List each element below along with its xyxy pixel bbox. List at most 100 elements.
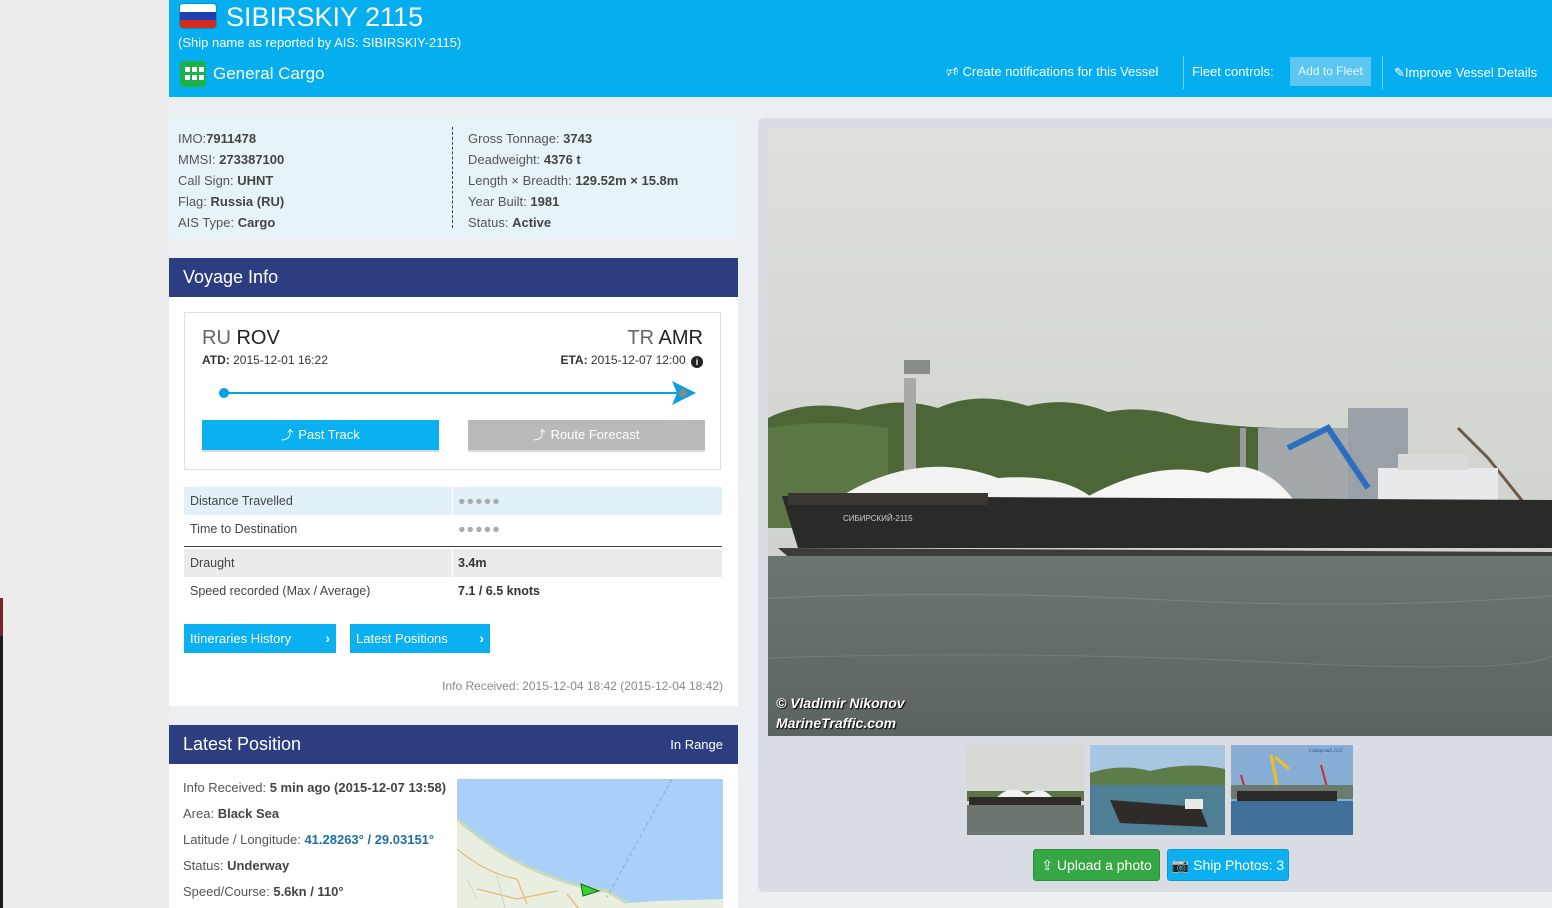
thumbnail-image [1090,745,1225,835]
thumbnail-image: Сибирский 2115 [1231,745,1353,835]
flag-value: Russia (RU) [210,194,285,209]
latest-position-panel: Latest Position In Range Info Received: … [169,725,738,908]
details-right-column: Gross Tonnage: 3743 Deadweight: 4376 t L… [468,128,678,233]
area-label: Area: [183,806,218,821]
past-track-label: Past Track [298,427,360,442]
ship-hull-text: СИБИРСКИЙ-2115 [843,514,913,523]
ais-name-note: (Ship name as reported by AIS: SIBIRSKIY… [178,35,462,50]
voyage-info-title: Voyage Info [169,258,738,297]
header-divider [1183,56,1184,89]
vessel-type: General Cargo [213,64,325,83]
lat-lon-label: Latitude / Longitude: [183,832,305,847]
departure-port-code: ROV [236,327,280,349]
draught-label: Draught [190,556,235,570]
length-breadth-row: Length × Breadth: 129.52m × 15.8m [468,170,678,191]
vessel-details-card: IMO:7911478 MMSI: 273387100 Call Sign: U… [169,118,738,238]
distance-travelled-value: ●●●●● [458,494,501,508]
departure-port[interactable]: RU ROV [202,327,280,350]
fleet-controls-label: Fleet controls: [1192,64,1274,79]
imo-row: IMO:7911478 [178,128,284,149]
improve-vessel-details-link[interactable]: ✎Improve Vessel Details [1394,65,1537,81]
speed-course-value: 5.6kn / 110° [273,884,344,899]
photo-credit-site: MarineTraffic.com [776,715,897,731]
photo-credit: © Vladimir Nikonov MarineTraffic.com [776,693,905,733]
position-status-label: Status: [183,858,228,873]
destination-port-code: AMR [658,327,703,349]
atd-label: ATD: [202,353,230,367]
in-range-tag: In Range [670,737,723,752]
ais-type-row: AIS Type: Cargo [178,212,284,233]
distance-travelled-row: Distance Travelled ●●●●● [184,487,722,515]
distance-travelled-label: Distance Travelled [190,494,293,508]
latest-position-details: Info Received: 5 min ago (2015-12-07 13:… [183,775,446,905]
vessel-photo-image: СИБИРСКИЙ-2115 [768,128,1552,736]
add-to-fleet-button[interactable]: Add to Fleet [1290,57,1371,86]
route-forecast-label: Route Forecast [550,427,640,442]
ship-photos-button[interactable]: 📷 Ship Photos: 3 [1167,849,1289,881]
stats-divider [184,546,722,547]
area-row: Area: Black Sea [183,801,446,827]
pencil-icon: ✎ [1394,65,1405,80]
year-built-row: Year Built: 1981 [468,191,678,212]
length-breadth-value: 129.52m × 15.8m [575,173,679,188]
length-breadth-label: Length × Breadth: [468,173,576,188]
ship-photos-label: Ship Photos: 3 [1193,856,1285,873]
voyage-stats: Distance Travelled ●●●●● Time to Destina… [184,487,722,605]
year-built-label: Year Built: [468,194,531,209]
info-icon[interactable]: i [691,356,703,368]
route-forecast-button[interactable]: ⤴ Route Forecast [468,420,705,450]
upload-photo-button[interactable]: ⇪ Upload a photo [1033,849,1160,881]
general-cargo-icon [180,61,206,87]
position-received-row: Info Received: 5 min ago (2015-12-07 13:… [183,775,446,801]
vessel-name: SIBIRSKIY 2115 [226,2,424,32]
time-to-destination-row: Time to Destination ●●●●● [184,515,722,543]
ais-type-label: AIS Type: [178,215,238,230]
sidebar-edge-accent [0,598,3,636]
lat-lon-link[interactable]: 41.28263° / 29.03151° [304,832,434,847]
upload-photo-label: Upload a photo [1056,856,1152,873]
time-to-destination-label: Time to Destination [190,522,298,536]
deadweight-row: Deadweight: 4376 t [468,149,678,170]
chevron-right-icon: › [479,630,484,646]
call-sign-label: Call Sign: [178,173,238,188]
call-sign-value: UHNT [237,173,274,188]
status-value: Active [512,215,552,230]
speed-course-row: Speed/Course: 5.6kn / 110° [183,879,446,905]
russia-flag-icon [180,4,216,28]
call-sign-row: Call Sign: UHNT [178,170,284,191]
gross-tonnage-label: Gross Tonnage: [468,131,564,146]
photo-credit-author: © Vladimir Nikonov [776,695,905,711]
voyage-info-received: Info Received: 2015-12-04 18:42 (2015-12… [442,679,723,693]
voyage-info-panel: Voyage Info RU ROV TR AMR ATD: 2015-12-0… [169,258,738,706]
latest-positions-button[interactable]: Latest Positions › [350,624,490,653]
imo-value: 7911478 [206,131,257,146]
left-gutter [0,0,169,908]
photo-thumbnail[interactable] [967,745,1084,835]
eta-value: 2015-12-07 12:00 [590,353,686,367]
photo-thumbnail[interactable] [1090,745,1225,835]
vessel-header: SIBIRSKIY 2115 (Ship name as reported by… [169,0,1552,97]
eta: ETA: 2015-12-07 12:00 i [560,353,703,368]
speed-recorded-row: Speed recorded (Max / Average) 7.1 / 6.5… [184,577,722,605]
speed-course-label: Speed/Course: [183,884,274,899]
draught-row: Draught 3.4m [184,549,722,577]
eta-label: ETA: [560,353,588,367]
atd: ATD: 2015-12-01 16:22 [202,353,328,367]
create-notifications-link[interactable]: 🕫 Create notifications for this Vessel [946,63,1158,85]
latest-position-header: Latest Position In Range [169,725,738,764]
itineraries-history-label: Itineraries History [190,631,292,646]
main-vessel-photo[interactable]: СИБИРСКИЙ-2115 © Vladimir Nikonov Marine… [768,128,1552,736]
flag-label: Flag: [178,194,211,209]
gross-tonnage-row: Gross Tonnage: 3743 [468,128,678,149]
track-icon: ⤴ [281,428,294,442]
itineraries-history-button[interactable]: Itineraries History › [184,624,336,653]
photo-thumbnail[interactable]: Сибирский 2115 [1231,745,1353,835]
position-status-value: Underway [227,858,290,873]
time-to-destination-value: ●●●●● [458,522,501,536]
route-start-dot [219,388,229,398]
latest-position-title: Latest Position [183,734,302,754]
position-map[interactable] [457,779,723,908]
vessel-arrow-icon [672,381,696,405]
destination-port[interactable]: TR AMR [627,327,703,350]
past-track-button[interactable]: ⤴ Past Track [202,420,439,450]
